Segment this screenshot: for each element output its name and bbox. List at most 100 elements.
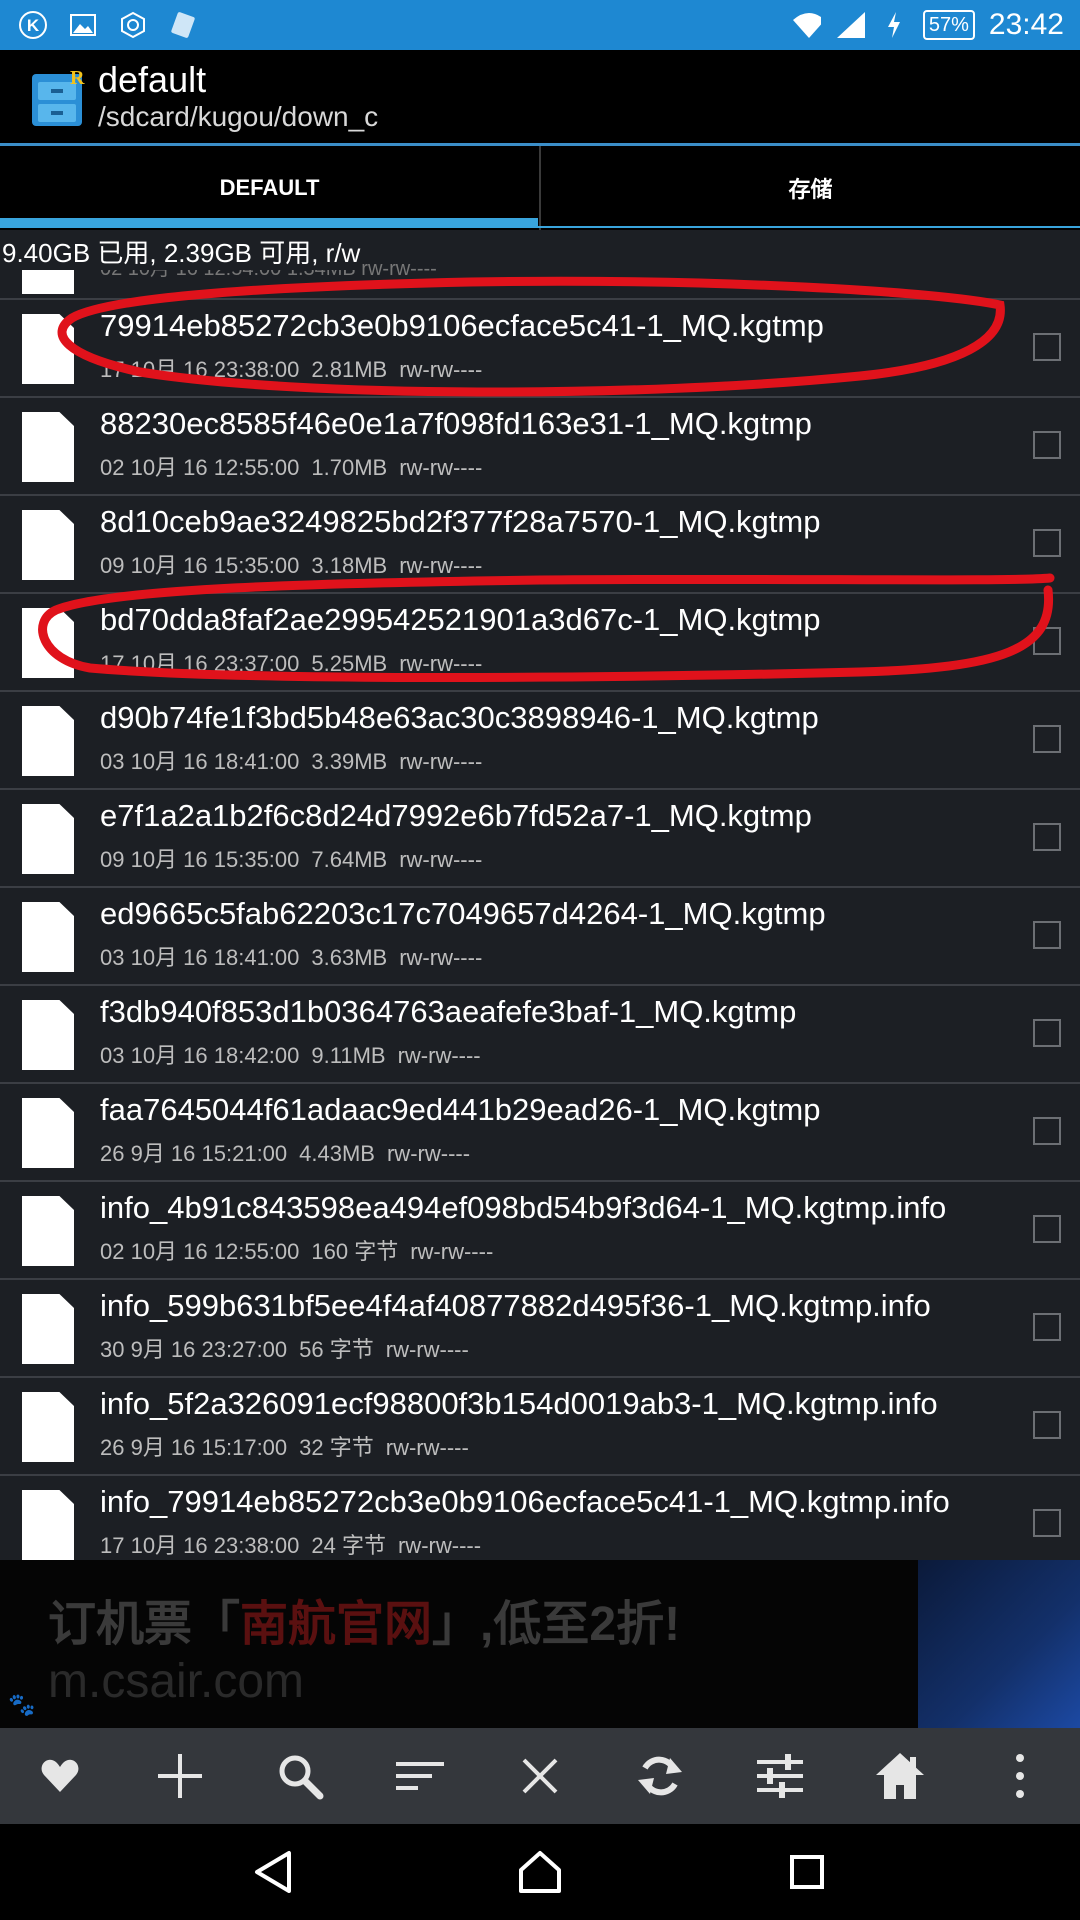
tab-underline <box>538 226 1080 228</box>
tab-storage[interactable]: 存储 <box>539 146 1080 230</box>
file-perm: rw-rw---- <box>399 651 483 676</box>
file-meta: 30 9月 16 23:27:00 56 字节 rw-rw---- <box>100 1332 481 1364</box>
select-checkbox[interactable] <box>1033 1215 1061 1243</box>
file-icon <box>22 1294 74 1364</box>
file-name: info_5f2a326091ecf98800f3b154d0019ab3-1_… <box>100 1386 938 1421</box>
file-name: info_599b631bf5ee4f4af40877882d495f36-1_… <box>100 1288 931 1323</box>
select-checkbox[interactable] <box>1033 627 1061 655</box>
select-checkbox[interactable] <box>1033 725 1061 753</box>
status-bar: K 57% 23:42 <box>0 0 1080 50</box>
heart-icon[interactable] <box>20 1736 100 1816</box>
home-icon[interactable] <box>860 1736 940 1816</box>
wifi-icon <box>791 10 821 40</box>
file-date: 26 9月 16 15:17:00 <box>100 1435 288 1460</box>
list-item[interactable]: d90b74fe1f3bd5b48e63ac30c3898946-1_MQ.kg… <box>0 692 1080 790</box>
file-size: 9.11MB <box>311 1043 386 1068</box>
file-icon <box>22 902 74 972</box>
file-meta: 03 10月 16 18:42:00 9.11MB rw-rw---- <box>100 1038 493 1070</box>
file-list[interactable]: 02 10月 16 12:54:00 1.34MB rw-rw---- 7991… <box>0 230 1080 1560</box>
select-checkbox[interactable] <box>1033 921 1061 949</box>
file-date: 02 10月 16 12:55:00 <box>100 1239 300 1264</box>
list-item[interactable]: info_599b631bf5ee4f4af40877882d495f36-1_… <box>0 1280 1080 1378</box>
refresh-icon[interactable] <box>620 1736 700 1816</box>
file-name: ed9665c5fab62203c17c7049657d4264-1_MQ.kg… <box>100 896 826 931</box>
file-size: 4.43MB <box>299 1141 375 1166</box>
list-item[interactable]: 88230ec8585f46e0e1a7f098fd163e31-1_MQ.kg… <box>0 398 1080 496</box>
ad-url[interactable]: m.csair.com <box>48 1654 304 1709</box>
file-perm: rw-rw---- <box>399 749 483 774</box>
file-date: 02 10月 16 12:55:00 <box>100 455 300 480</box>
list-item[interactable]: bd70dda8faf2ae299542521901a3d67c-1_MQ.kg… <box>0 594 1080 692</box>
k-circle-icon: K <box>18 10 48 40</box>
list-item[interactable]: info_4b91c843598ea494ef098bd54b9f3d64-1_… <box>0 1182 1080 1280</box>
battery-icon: 57% <box>922 10 975 40</box>
status-time: 23:42 <box>988 8 1064 41</box>
list-item[interactable]: 8d10ceb9ae3249825bd2f377f28a7570-1_MQ.kg… <box>0 496 1080 594</box>
sliders-icon[interactable] <box>740 1736 820 1816</box>
file-date: 03 10月 16 18:41:00 <box>100 945 300 970</box>
file-perm: rw-rw---- <box>397 1043 481 1068</box>
file-perm: rw-rw---- <box>397 1533 482 1558</box>
bottom-toolbar <box>0 1728 1080 1824</box>
ad-image[interactable] <box>918 1560 1080 1728</box>
select-checkbox[interactable] <box>1033 1117 1061 1145</box>
file-meta: 26 9月 16 15:17:00 32 字节 rw-rw---- <box>100 1430 481 1462</box>
settings-hex-icon <box>118 10 148 40</box>
file-date: 17 10月 16 23:38:00 <box>100 357 300 382</box>
list-item[interactable]: faa7645044f61adaac9ed441b29ead26-1_MQ.kg… <box>0 1084 1080 1182</box>
select-checkbox[interactable] <box>1033 1019 1061 1047</box>
select-checkbox[interactable] <box>1033 431 1061 459</box>
file-perm: rw-rw---- <box>399 357 483 382</box>
title-bar: R default /sdcard/kugou/down_c <box>0 50 1080 144</box>
list-item[interactable]: ed9665c5fab62203c17c7049657d4264-1_MQ.kg… <box>0 888 1080 986</box>
file-meta: 03 10月 16 18:41:00 3.63MB rw-rw---- <box>100 940 494 972</box>
file-icon <box>22 1392 74 1462</box>
file-meta: 26 9月 16 15:21:00 4.43MB rw-rw---- <box>100 1136 482 1168</box>
file-date: 26 9月 16 15:21:00 <box>100 1141 288 1166</box>
file-icon <box>22 1196 74 1266</box>
file-size: 3.18MB <box>311 553 388 578</box>
ad-title[interactable]: 订机票「南航官网」,低至2折! <box>48 1584 680 1654</box>
select-checkbox[interactable] <box>1033 1509 1061 1537</box>
file-icon <box>22 1490 74 1560</box>
list-item[interactable]: e7f1a2a1b2f6c8d24d7992e6b7fd52a7-1_MQ.kg… <box>0 790 1080 888</box>
file-date: 17 10月 16 23:37:00 <box>100 651 300 676</box>
file-meta: 02 10月 16 12:55:00 1.70MB rw-rw---- <box>100 450 494 482</box>
select-checkbox[interactable] <box>1033 333 1061 361</box>
select-checkbox[interactable] <box>1033 1313 1061 1341</box>
plus-icon[interactable] <box>140 1736 220 1816</box>
file-icon <box>22 510 74 580</box>
file-icon <box>22 706 74 776</box>
list-item[interactable]: info_79914eb85272cb3e0b9106ecface5c41-1_… <box>0 1476 1080 1560</box>
select-checkbox[interactable] <box>1033 1411 1061 1439</box>
list-item[interactable]: 79914eb85272cb3e0b9106ecface5c41-1_MQ.kg… <box>0 300 1080 398</box>
file-meta: 03 10月 16 18:41:00 3.39MB rw-rw---- <box>100 744 494 776</box>
file-name: f3db940f853d1b0364763aeafefe3baf-1_MQ.kg… <box>100 994 797 1029</box>
file-name: 88230ec8585f46e0e1a7f098fd163e31-1_MQ.kg… <box>100 406 812 441</box>
recents-icon[interactable] <box>767 1832 847 1912</box>
sort-icon[interactable] <box>380 1736 460 1816</box>
file-size: 2.81MB <box>311 357 388 382</box>
file-icon <box>22 412 74 482</box>
file-perm: rw-rw---- <box>399 945 483 970</box>
back-icon[interactable] <box>233 1832 313 1912</box>
home-nav-icon[interactable] <box>500 1832 580 1912</box>
status-right-icons: 57% 23:42 <box>791 8 1080 42</box>
list-item[interactable]: f3db940f853d1b0364763aeafefe3baf-1_MQ.kg… <box>0 986 1080 1084</box>
file-date: 03 10月 16 18:42:00 <box>100 1043 300 1068</box>
signal-icon <box>835 10 865 40</box>
file-size: 3.39MB <box>311 749 388 774</box>
ad-banner[interactable]: 订机票「南航官网」,低至2折! m.csair.com 🐾 <box>0 1560 1080 1728</box>
select-checkbox[interactable] <box>1033 823 1061 851</box>
select-checkbox[interactable] <box>1033 529 1061 557</box>
charging-icon <box>879 10 909 40</box>
search-icon[interactable] <box>260 1736 340 1816</box>
more-vertical-icon[interactable] <box>980 1736 1060 1816</box>
file-meta: 02 10月 16 12:55:00 160 字节 rw-rw---- <box>100 1234 505 1266</box>
close-icon[interactable] <box>500 1736 580 1816</box>
list-item[interactable]: info_5f2a326091ecf98800f3b154d0019ab3-1_… <box>0 1378 1080 1476</box>
file-meta: 17 10月 16 23:37:00 5.25MB rw-rw---- <box>100 646 494 678</box>
file-perm: rw-rw---- <box>385 1337 469 1362</box>
file-cabinet-icon[interactable]: R <box>28 66 86 128</box>
storage-info: 9.40GB 已用, 2.39GB 可用, r/w <box>0 233 361 270</box>
